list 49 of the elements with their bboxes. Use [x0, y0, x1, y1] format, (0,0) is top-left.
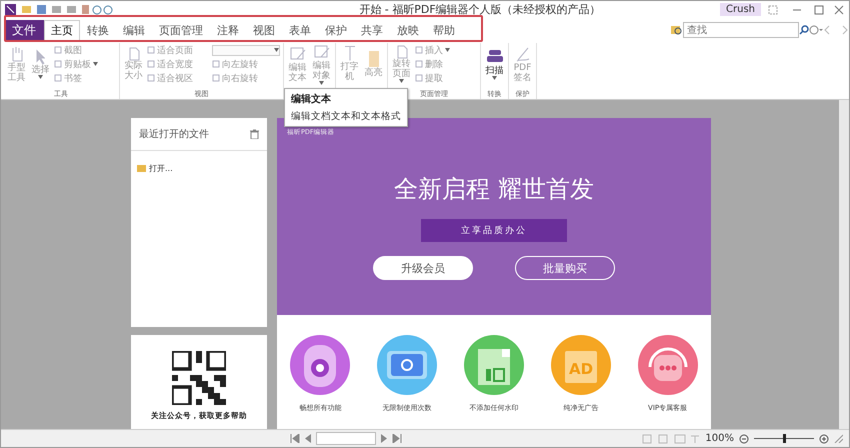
- text-cursor-icon: [344, 46, 356, 62]
- menu-tab[interactable]: 注释: [210, 20, 246, 40]
- page-number-field[interactable]: [316, 432, 376, 445]
- menu-tab[interactable]: 页面管理: [152, 20, 210, 40]
- last-page-button[interactable]: [392, 434, 402, 443]
- zoom-slider-thumb[interactable]: [782, 434, 786, 443]
- page-icon: [126, 47, 140, 61]
- banner-headline: 全新启程 耀世首发: [394, 174, 594, 205]
- menu-tab[interactable]: 共享: [354, 20, 390, 40]
- window-title: 开始 - 福昕PDF编辑器个人版（未经授权的产品）: [358, 2, 602, 17]
- menu-tab[interactable]: 视图: [246, 20, 282, 40]
- app-logo-icon: [5, 4, 16, 15]
- search-field[interactable]: 查找: [683, 22, 799, 38]
- file-tab[interactable]: 文件: [4, 20, 44, 40]
- page-icon: [394, 45, 408, 59]
- search-icon[interactable]: [799, 25, 809, 35]
- menu-tab[interactable]: 主页: [44, 20, 80, 40]
- resize-grip-icon: [834, 434, 843, 443]
- menu-tab[interactable]: 编辑: [116, 20, 152, 40]
- ribbon-button[interactable]: 扫描: [484, 48, 505, 80]
- find-icon: [671, 24, 683, 36]
- ribbon-banner: 立享品质办公: [421, 219, 567, 242]
- cursor-icon: [36, 49, 45, 65]
- zoom-level: 100%: [705, 433, 734, 444]
- menu-tab[interactable]: 放映: [390, 20, 426, 40]
- menu-tab[interactable]: 保护: [318, 20, 354, 40]
- previous-page-button[interactable]: [305, 434, 312, 443]
- feature-icon: AD: [550, 335, 611, 395]
- next-page-button[interactable]: [381, 434, 388, 443]
- scrollbar[interactable]: [839, 100, 849, 429]
- panel-title: 最近打开的文件: [139, 128, 209, 141]
- navigation-arrows-icon[interactable]: [823, 25, 849, 35]
- settings-icon[interactable]: [809, 25, 823, 35]
- promo-button[interactable]: 批量购买: [515, 256, 615, 280]
- qr-code-drawing: [172, 351, 226, 405]
- tooltip-title: 编辑文本: [291, 92, 332, 106]
- menu-tab[interactable]: 帮助: [426, 20, 462, 40]
- menu-tab[interactable]: 表单: [282, 20, 318, 40]
- open-file-link[interactable]: 打开...: [137, 163, 173, 174]
- menu-tab[interactable]: 转换: [80, 20, 116, 40]
- zoom-out-icon[interactable]: [739, 434, 749, 444]
- page-layout-icons[interactable]: [642, 434, 700, 444]
- folder-icon: [137, 165, 146, 172]
- promo-button[interactable]: 升级会员: [373, 256, 473, 280]
- tooltip-text: 编辑文档文本和文本格式: [291, 110, 401, 123]
- zoom-in-icon[interactable]: [819, 434, 829, 444]
- trash-icon[interactable]: [250, 129, 259, 139]
- first-page-button[interactable]: [290, 434, 300, 443]
- user-name[interactable]: Crush: [720, 3, 761, 16]
